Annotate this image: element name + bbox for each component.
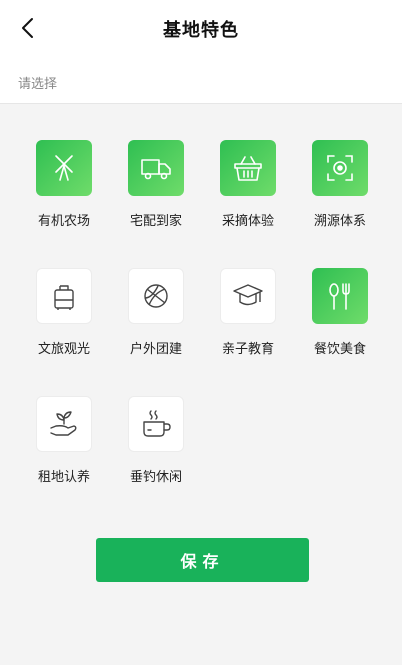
feature-label: 租地认养 bbox=[37, 470, 90, 485]
feature-item-organic-farm[interactable]: 有机农场 bbox=[24, 140, 104, 250]
cutlery-icon bbox=[329, 283, 350, 310]
sprout-hand-icon bbox=[50, 411, 77, 436]
graduation-cap-icon bbox=[233, 284, 263, 306]
feature-tile[interactable] bbox=[128, 140, 184, 196]
feature-item-dining[interactable]: 餐饮美食 bbox=[300, 268, 380, 378]
feature-tile[interactable] bbox=[36, 396, 92, 452]
feature-label: 餐饮美食 bbox=[313, 342, 366, 357]
feature-tile[interactable] bbox=[128, 396, 184, 452]
header-bar: 基地特色 bbox=[0, 0, 402, 56]
feature-tile[interactable] bbox=[220, 140, 276, 196]
feature-tile[interactable] bbox=[128, 268, 184, 324]
basket-icon bbox=[234, 156, 262, 181]
delivery-truck-icon bbox=[141, 159, 171, 180]
feature-grid: 有机农场 宅配到家 采摘体验 溯源体系 文旅观光 户外团建 亲子教育 餐饮美食 … bbox=[0, 104, 402, 524]
save-button[interactable]: 保存 bbox=[96, 538, 309, 582]
feature-tile[interactable] bbox=[220, 268, 276, 324]
feature-item-picking[interactable]: 采摘体验 bbox=[208, 140, 288, 250]
feature-label: 溯源体系 bbox=[313, 214, 366, 229]
feature-label: 垂钓休闲 bbox=[129, 470, 182, 485]
target-scan-icon bbox=[327, 155, 353, 181]
page-title: 基地特色 bbox=[163, 20, 239, 41]
basketball-icon bbox=[144, 284, 168, 308]
hint-bar: 请选择 bbox=[0, 56, 402, 104]
feature-item-land-adoption[interactable]: 租地认养 bbox=[24, 396, 104, 506]
feature-tile[interactable] bbox=[312, 140, 368, 196]
select-hint: 请选择 bbox=[18, 77, 58, 92]
windmill-icon bbox=[55, 155, 73, 181]
feature-item-fishing[interactable]: 垂钓休闲 bbox=[116, 396, 196, 506]
feature-tile[interactable] bbox=[36, 140, 92, 196]
feature-item-team-building[interactable]: 户外团建 bbox=[116, 268, 196, 378]
hot-cup-icon bbox=[143, 410, 171, 437]
feature-label: 有机农场 bbox=[37, 214, 90, 229]
feature-tile[interactable] bbox=[312, 268, 368, 324]
feature-label: 文旅观光 bbox=[37, 342, 90, 357]
feature-item-home-delivery[interactable]: 宅配到家 bbox=[116, 140, 196, 250]
feature-tile[interactable] bbox=[36, 268, 92, 324]
feature-label: 户外团建 bbox=[129, 342, 182, 357]
feature-label: 亲子教育 bbox=[221, 342, 274, 357]
feature-item-sightseeing[interactable]: 文旅观光 bbox=[24, 268, 104, 378]
feature-label: 宅配到家 bbox=[129, 214, 182, 229]
feature-item-traceability[interactable]: 溯源体系 bbox=[300, 140, 380, 250]
feature-item-parent-child[interactable]: 亲子教育 bbox=[208, 268, 288, 378]
feature-label: 采摘体验 bbox=[221, 214, 274, 229]
luggage-icon bbox=[54, 285, 74, 310]
